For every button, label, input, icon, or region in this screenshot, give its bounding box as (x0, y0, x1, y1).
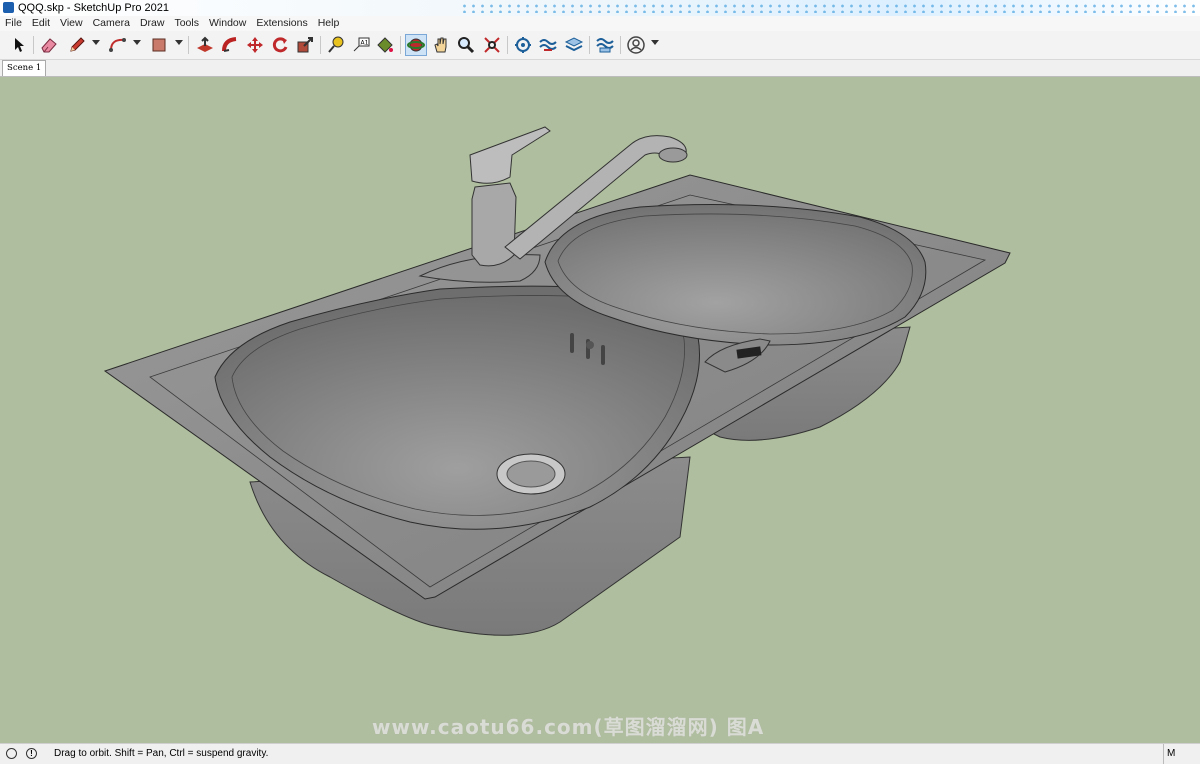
arc-icon[interactable] (107, 34, 129, 56)
layers-icon[interactable] (563, 34, 585, 56)
faucet-handle (469, 126, 551, 184)
menu-extensions[interactable]: Extensions (251, 16, 312, 31)
sink-model (103, 126, 1011, 636)
rectangle-dropdown-arrow[interactable] (175, 40, 183, 45)
menu-window[interactable]: Window (204, 16, 251, 31)
status-message: Drag to orbit. Shift = Pan, Ctrl = suspe… (54, 748, 269, 759)
svg-text:A1: A1 (361, 40, 369, 47)
pencil-icon[interactable] (66, 34, 88, 56)
scene-tabs-bar: Scene 1 (0, 60, 1200, 77)
eraser-icon[interactable] (38, 34, 60, 56)
toolbar-separator (320, 36, 321, 54)
menu-camera[interactable]: Camera (88, 16, 135, 31)
toolbar-separator (507, 36, 508, 54)
drawing-viewport[interactable]: www.caotu66.com(草图溜溜网) 图A (0, 77, 1200, 743)
text-icon[interactable]: A1 (350, 34, 372, 56)
toolbar-separator (33, 36, 34, 54)
geo-location-icon[interactable] (6, 748, 17, 759)
account-icon[interactable] (625, 34, 647, 56)
push-pull-icon[interactable] (194, 34, 216, 56)
status-bar: ! Drag to orbit. Shift = Pan, Ctrl = sus… (0, 743, 1200, 764)
menu-bar: File Edit View Camera Draw Tools Window Extensi… (0, 16, 1200, 31)
rectangle-icon[interactable] (148, 34, 170, 56)
measurements-box-label[interactable]: M (1163, 744, 1175, 764)
toolbar-separator (188, 36, 189, 54)
menu-tools[interactable]: Tools (169, 16, 204, 31)
pencil-dropdown-arrow[interactable] (92, 40, 100, 45)
main-toolbar: A1 (0, 31, 1200, 60)
watermark: www.caotu66.com(草图溜溜网) 图A (372, 715, 765, 739)
info-icon[interactable]: ! (26, 748, 37, 759)
title-bar: QQQ.skp - SketchUp Pro 2021 (0, 0, 1200, 16)
follow-me-icon[interactable] (219, 34, 241, 56)
toolbar-separator (589, 36, 590, 54)
faucet-aerator (658, 147, 688, 163)
arc-dropdown-arrow[interactable] (133, 40, 141, 45)
rotate-icon[interactable] (269, 34, 291, 56)
toolbar-separator (620, 36, 621, 54)
account-dropdown-arrow[interactable] (651, 40, 659, 45)
window-title: QQQ.skp - SketchUp Pro 2021 (18, 2, 170, 14)
orbit-icon[interactable] (405, 34, 427, 56)
menu-file[interactable]: File (0, 16, 27, 31)
select-icon[interactable] (8, 34, 30, 56)
zoom-extents-icon[interactable] (481, 34, 503, 56)
tape-measure-icon[interactable] (325, 34, 347, 56)
extension-warehouse-icon[interactable] (537, 34, 559, 56)
sketchup-logo-icon (3, 2, 14, 13)
menu-edit[interactable]: Edit (27, 16, 55, 31)
styles-icon[interactable] (594, 34, 616, 56)
move-icon[interactable] (244, 34, 266, 56)
menu-draw[interactable]: Draw (135, 16, 170, 31)
warehouse-icon[interactable] (512, 34, 534, 56)
tab-scene-1[interactable]: Scene 1 (2, 60, 47, 76)
toolbar-separator (400, 36, 401, 54)
drain-inner (506, 460, 556, 488)
menu-view[interactable]: View (55, 16, 88, 31)
title-decoration (460, 3, 1200, 13)
menu-help[interactable]: Help (313, 16, 345, 31)
paint-bucket-icon[interactable] (374, 34, 396, 56)
faucet-body (471, 182, 517, 267)
pan-icon[interactable] (430, 34, 452, 56)
zoom-icon[interactable] (455, 34, 477, 56)
scale-icon[interactable] (294, 34, 316, 56)
